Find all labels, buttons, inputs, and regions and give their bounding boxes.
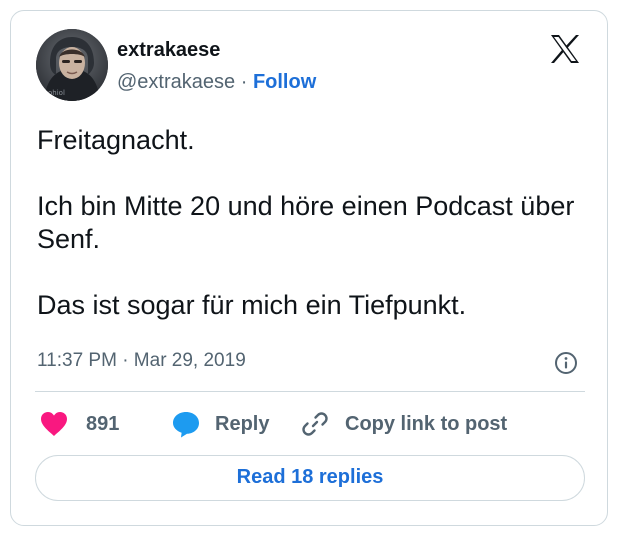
info-icon[interactable] [554, 351, 578, 375]
reply-bubble-icon [173, 412, 199, 438]
avatar-image: ohiol [36, 29, 108, 101]
avatar[interactable]: ohiol [36, 29, 108, 101]
tweet-timestamp[interactable]: 11:37 PM · Mar 29, 2019 [37, 350, 246, 372]
copy-link-label: Copy link to post [345, 412, 508, 435]
copy-link-button[interactable]: Copy link to post [301, 409, 507, 439]
follow-button[interactable]: Follow [253, 71, 316, 93]
tweet-card: ohiol extrakaese @extrakaese · Follow Fr… [10, 10, 608, 526]
like-button[interactable]: 891 [39, 409, 119, 439]
tweet-text: Freitagnacht. Ich bin Mitte 20 und höre … [37, 124, 597, 322]
author-handle-row: @extrakaese · Follow [117, 71, 316, 94]
author-name[interactable]: extrakaese [117, 39, 220, 62]
reply-label: Reply [215, 412, 270, 435]
divider [35, 391, 585, 392]
reply-button[interactable]: Reply [171, 409, 269, 439]
handle-separator: · [240, 71, 248, 93]
x-logo-icon[interactable] [549, 33, 581, 65]
svg-text:ohiol: ohiol [48, 89, 65, 97]
heart-icon [41, 412, 67, 436]
link-icon [302, 412, 328, 436]
tweet-line: Das ist sogar für mich ein Tiefpunkt. [37, 290, 467, 320]
likes-count: 891 [86, 412, 120, 435]
read-replies-button[interactable]: Read 18 replies [35, 455, 585, 501]
tweet-line: Freitagnacht. [37, 125, 195, 155]
tweet-line: Ich bin Mitte 20 und höre einen Podcast … [37, 191, 575, 254]
author-handle[interactable]: @extrakaese [117, 71, 235, 93]
